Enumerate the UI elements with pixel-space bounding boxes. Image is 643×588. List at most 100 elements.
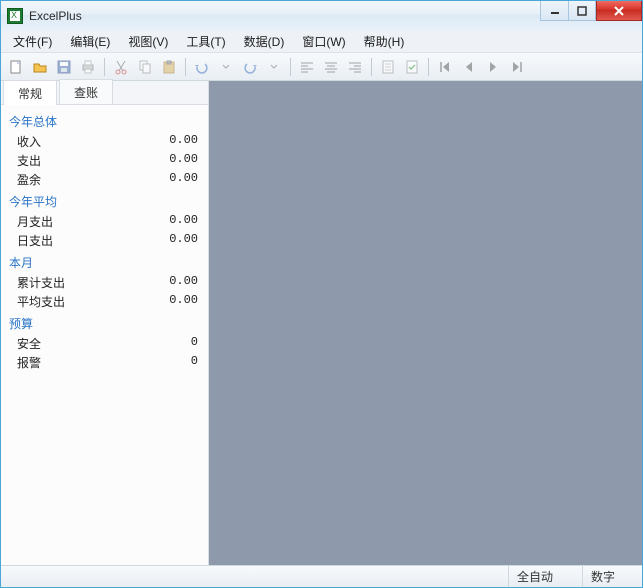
first-icon xyxy=(437,59,453,75)
document-icon xyxy=(380,59,396,75)
minimize-button[interactable] xyxy=(540,1,568,21)
value-income: 0.00 xyxy=(169,133,200,150)
row-cum-expense: 累计支出0.00 xyxy=(3,273,206,292)
toolbar-sep-5 xyxy=(428,58,429,76)
label-income: 收入 xyxy=(17,133,169,150)
document-check-icon xyxy=(404,59,420,75)
undo-icon xyxy=(194,59,210,75)
nav-prev-button[interactable] xyxy=(458,56,480,78)
redo-icon xyxy=(242,59,258,75)
toolbar xyxy=(1,53,642,81)
window-buttons xyxy=(540,1,642,21)
row-safe: 安全0 xyxy=(3,334,206,353)
redo-dropdown[interactable] xyxy=(263,56,285,78)
copy-button[interactable] xyxy=(134,56,156,78)
chevron-down-icon xyxy=(270,59,278,75)
status-left xyxy=(1,566,508,587)
menu-edit[interactable]: 编辑(E) xyxy=(62,31,118,52)
label-surplus: 盈余 xyxy=(17,171,169,188)
save-button[interactable] xyxy=(53,56,75,78)
toolbar-sep-3 xyxy=(290,58,291,76)
paste-icon xyxy=(161,59,177,75)
minimize-icon xyxy=(550,6,560,16)
maximize-icon xyxy=(577,6,587,16)
group-header-year-total: 今年总体 xyxy=(3,109,206,132)
label-month-expense: 月支出 xyxy=(17,213,169,230)
menu-data[interactable]: 数据(D) xyxy=(236,31,293,52)
label-day-expense: 日支出 xyxy=(17,232,169,249)
nav-next-button[interactable] xyxy=(482,56,504,78)
print-icon xyxy=(80,59,96,75)
nav-last-button[interactable] xyxy=(506,56,528,78)
cut-button[interactable] xyxy=(110,56,132,78)
maximize-button[interactable] xyxy=(568,1,596,21)
body: 常规 查账 今年总体 收入0.00 支出0.00 盈余0.00 今年平均 月支出… xyxy=(1,81,642,565)
app-icon xyxy=(7,8,23,24)
menu-window[interactable]: 窗口(W) xyxy=(294,31,353,52)
open-button[interactable] xyxy=(29,56,51,78)
value-day-expense: 0.00 xyxy=(169,232,200,249)
sidebar-panel: 今年总体 收入0.00 支出0.00 盈余0.00 今年平均 月支出0.00 日… xyxy=(1,105,208,565)
label-expense: 支出 xyxy=(17,152,169,169)
app-title: ExcelPlus xyxy=(29,9,82,23)
open-icon xyxy=(32,59,48,75)
align-center-icon xyxy=(323,59,339,75)
undo-button[interactable] xyxy=(191,56,213,78)
group-header-budget: 预算 xyxy=(3,311,206,334)
status-bar: 全自动 数字 xyxy=(1,565,642,587)
new-icon xyxy=(8,59,24,75)
group-header-this-month: 本月 xyxy=(3,250,206,273)
align-right-button[interactable] xyxy=(344,56,366,78)
value-alarm: 0 xyxy=(191,354,200,371)
row-alarm: 报警0 xyxy=(3,353,206,372)
label-avg-expense: 平均支出 xyxy=(17,293,169,310)
menu-bar: 文件(F) 编辑(E) 视图(V) 工具(T) 数据(D) 窗口(W) 帮助(H… xyxy=(1,31,642,53)
row-day-expense: 日支出0.00 xyxy=(3,231,206,250)
print-button[interactable] xyxy=(77,56,99,78)
paste-button[interactable] xyxy=(158,56,180,78)
app-window: ExcelPlus 文件(F) 编辑(E) 视图(V) 工具(T) 数据(D) … xyxy=(0,0,643,588)
close-icon xyxy=(613,6,625,16)
new-button[interactable] xyxy=(5,56,27,78)
align-left-button[interactable] xyxy=(296,56,318,78)
prev-icon xyxy=(461,59,477,75)
value-safe: 0 xyxy=(191,335,200,352)
label-cum-expense: 累计支出 xyxy=(17,274,169,291)
main-workspace xyxy=(209,81,642,565)
undo-dropdown[interactable] xyxy=(215,56,237,78)
row-avg-expense: 平均支出0.00 xyxy=(3,292,206,311)
value-cum-expense: 0.00 xyxy=(169,274,200,291)
doc1-button[interactable] xyxy=(377,56,399,78)
value-surplus: 0.00 xyxy=(169,171,200,188)
menu-view[interactable]: 视图(V) xyxy=(120,31,176,52)
align-left-icon xyxy=(299,59,315,75)
status-numlock: 数字 xyxy=(582,566,642,587)
last-icon xyxy=(509,59,525,75)
align-right-icon xyxy=(347,59,363,75)
doc2-button[interactable] xyxy=(401,56,423,78)
menu-tools[interactable]: 工具(T) xyxy=(178,31,233,52)
row-month-expense: 月支出0.00 xyxy=(3,212,206,231)
status-mode: 全自动 xyxy=(508,566,582,587)
tab-general[interactable]: 常规 xyxy=(3,80,57,105)
row-surplus: 盈余0.00 xyxy=(3,170,206,189)
copy-icon xyxy=(137,59,153,75)
align-center-button[interactable] xyxy=(320,56,342,78)
group-header-year-avg: 今年平均 xyxy=(3,189,206,212)
value-expense: 0.00 xyxy=(169,152,200,169)
toolbar-sep-2 xyxy=(185,58,186,76)
next-icon xyxy=(485,59,501,75)
save-icon xyxy=(56,59,72,75)
menu-file[interactable]: 文件(F) xyxy=(5,31,60,52)
nav-first-button[interactable] xyxy=(434,56,456,78)
label-safe: 安全 xyxy=(17,335,191,352)
menu-help[interactable]: 帮助(H) xyxy=(356,31,413,52)
label-alarm: 报警 xyxy=(17,354,191,371)
value-month-expense: 0.00 xyxy=(169,213,200,230)
toolbar-sep-4 xyxy=(371,58,372,76)
close-button[interactable] xyxy=(596,1,642,21)
tab-ledger[interactable]: 查账 xyxy=(59,79,113,104)
sidebar-tabs: 常规 查账 xyxy=(1,81,208,105)
redo-button[interactable] xyxy=(239,56,261,78)
row-expense: 支出0.00 xyxy=(3,151,206,170)
